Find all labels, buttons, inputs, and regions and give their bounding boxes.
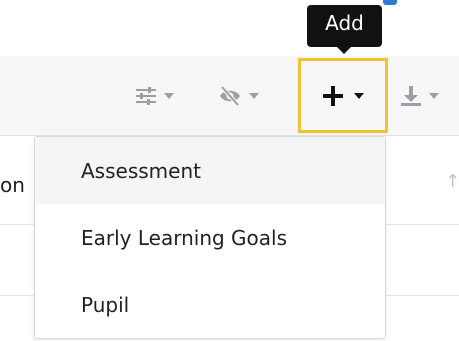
- menu-item-label: Early Learning Goals: [81, 225, 288, 250]
- menu-item-early-learning-goals[interactable]: Early Learning Goals: [35, 204, 385, 271]
- tooltip-text: Add: [325, 11, 364, 35]
- plus-icon: [323, 85, 343, 106]
- download-icon: [401, 86, 421, 106]
- add-dropdown-menu: Assessment Early Learning Goals Pupil: [34, 136, 386, 339]
- add-tooltip: Add: [307, 5, 382, 47]
- screen: Add on ↑ Assessment Early Learning Goals…: [0, 0, 459, 341]
- menu-item-pupil[interactable]: Pupil: [35, 271, 385, 338]
- top-accent-bar: [383, 0, 397, 5]
- table-toolbar: [0, 56, 459, 136]
- menu-item-assessment[interactable]: Assessment: [35, 137, 385, 204]
- chevron-down-icon: [354, 92, 364, 99]
- menu-item-label: Pupil: [81, 292, 130, 317]
- column-header-fragment: on: [0, 173, 25, 197]
- tooltip-arrow: [336, 46, 352, 54]
- add-button[interactable]: [298, 58, 388, 133]
- chevron-down-icon: [429, 93, 439, 99]
- sort-icon[interactable]: ↑: [445, 171, 459, 192]
- chevron-down-icon: [164, 93, 174, 99]
- chevron-down-icon: [249, 93, 259, 99]
- menu-item-label: Assessment: [81, 158, 201, 183]
- columns-button[interactable]: [135, 56, 174, 136]
- download-button[interactable]: [400, 56, 439, 136]
- columns-sliders-icon: [136, 87, 156, 105]
- visibility-button[interactable]: [218, 56, 259, 136]
- eye-slash-icon: [220, 85, 240, 107]
